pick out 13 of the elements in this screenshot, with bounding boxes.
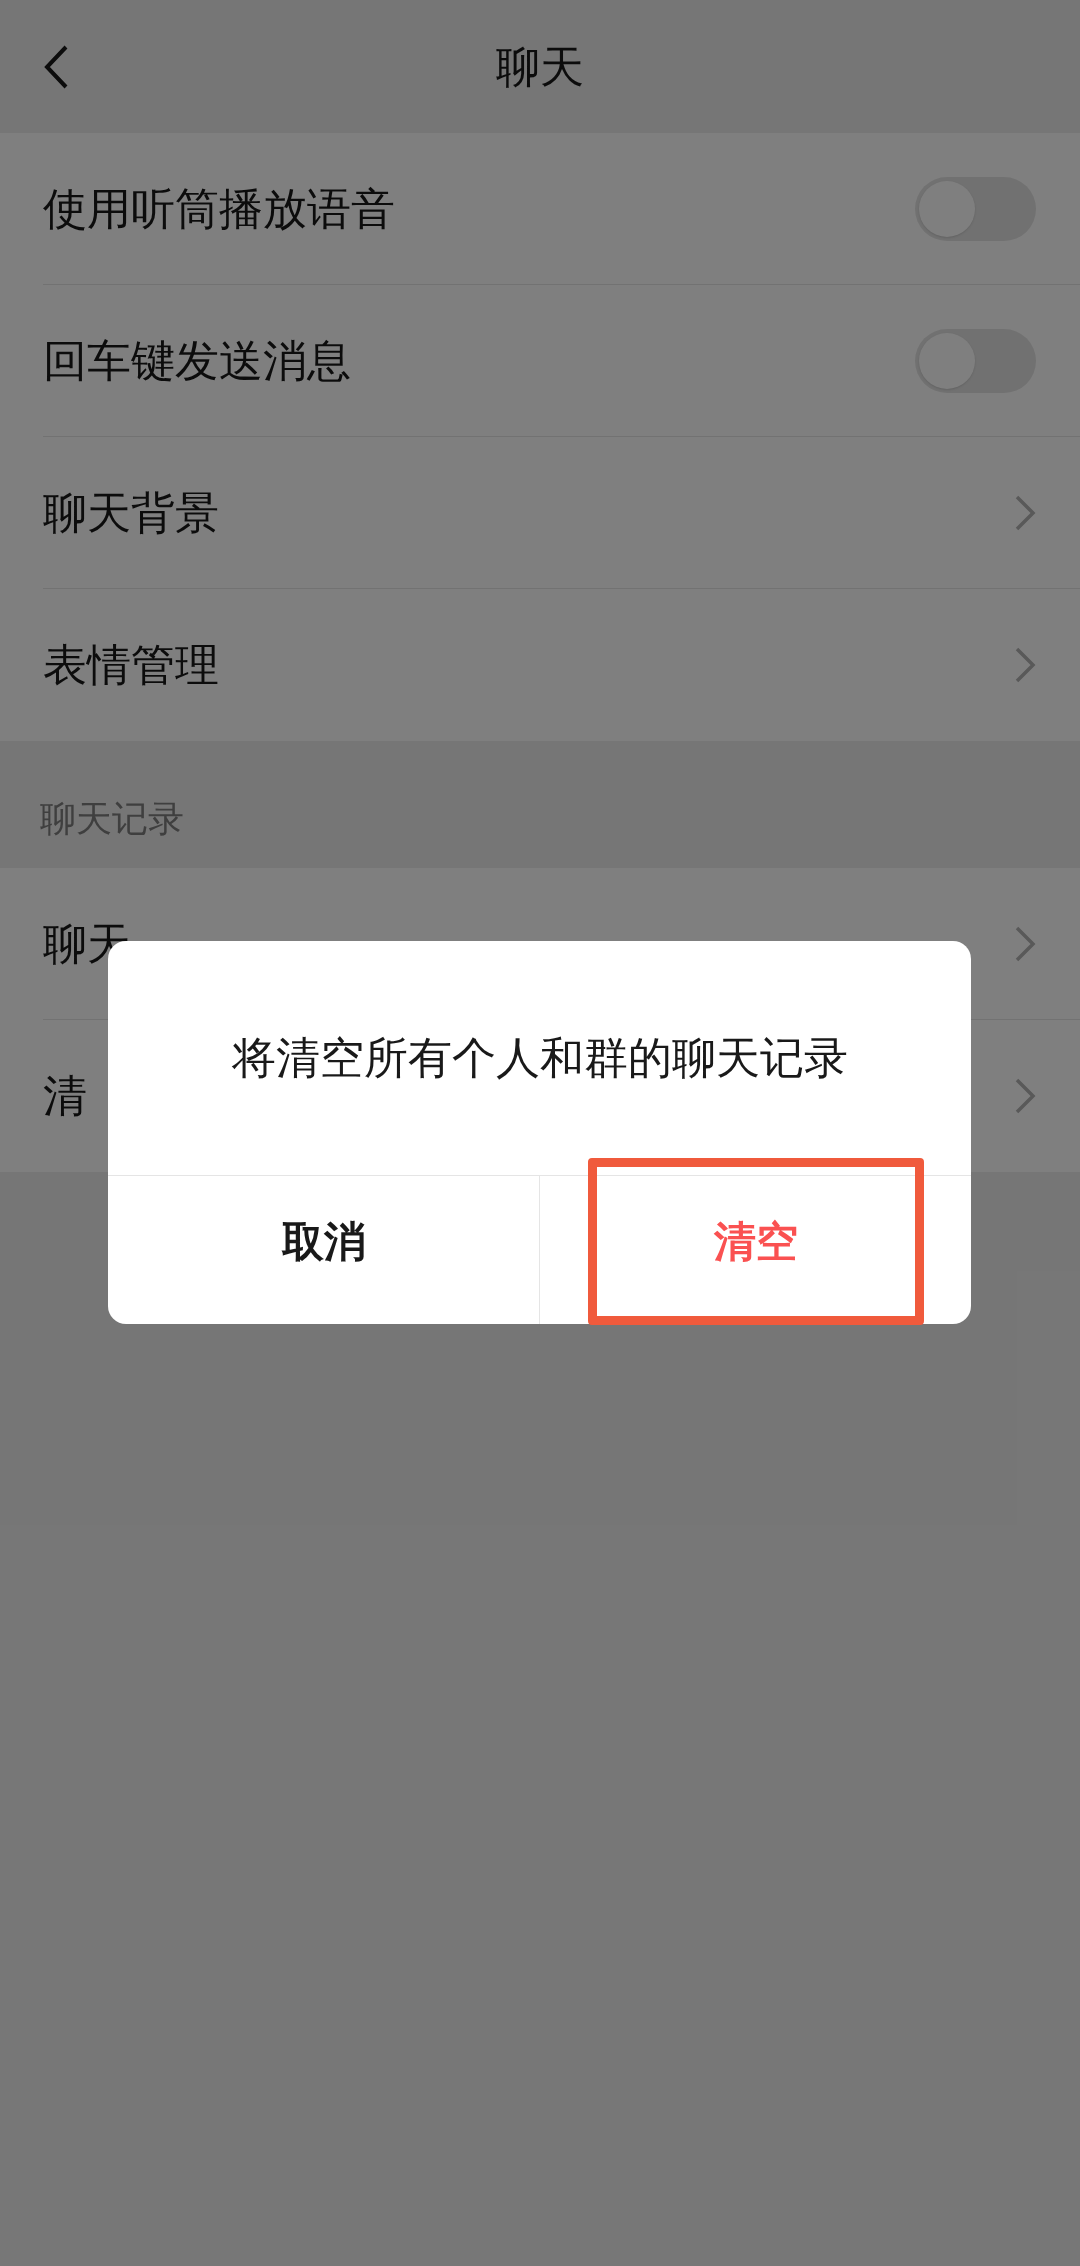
chevron-right-icon xyxy=(1014,925,1036,963)
chevron-right-icon xyxy=(1014,1077,1036,1115)
dialog-message: 将清空所有个人和群的聊天记录 xyxy=(231,1031,848,1085)
setting-label: 清 xyxy=(43,1069,88,1123)
setting-label: 使用听筒播放语音 xyxy=(43,182,396,236)
chevron-right-icon xyxy=(1014,494,1036,532)
cancel-button[interactable]: 取消 xyxy=(155,1157,492,1325)
chevron-right-icon xyxy=(1014,646,1036,684)
setting-label: 聊天背景 xyxy=(43,486,220,540)
setting-label: 回车键发送消息 xyxy=(43,334,352,388)
back-icon[interactable] xyxy=(43,43,69,90)
page-title: 聊天 xyxy=(496,39,584,94)
setting-label: 表情管理 xyxy=(43,638,220,692)
